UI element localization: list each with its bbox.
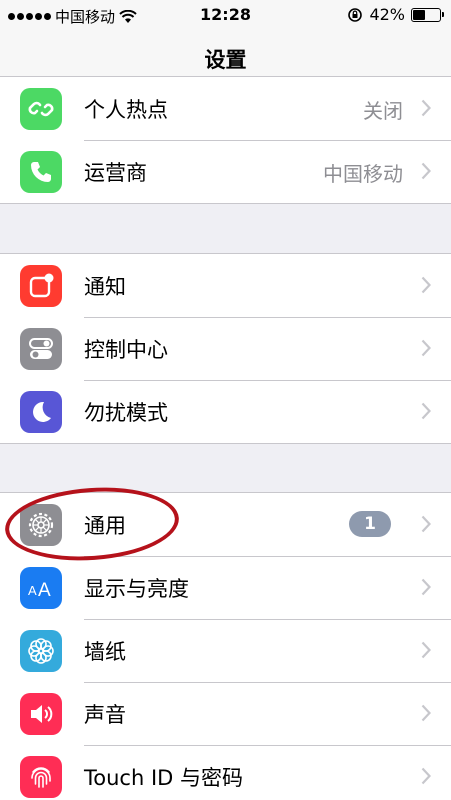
row-label: 显示与亮度 — [84, 577, 189, 601]
chevron-right-icon — [421, 162, 431, 180]
chevron-right-icon — [421, 99, 431, 117]
row-display-brightness[interactable]: AA 显示与亮度 — [0, 556, 451, 619]
row-value: 中国移动 — [323, 162, 403, 186]
chevron-right-icon — [421, 767, 431, 785]
update-badge: 1 — [349, 511, 391, 537]
row-label: 通用 — [84, 514, 126, 538]
chevron-right-icon — [421, 641, 431, 659]
chevron-right-icon — [421, 339, 431, 357]
row-label: 声音 — [84, 703, 126, 727]
svg-text:A: A — [38, 580, 51, 600]
row-wallpaper[interactable]: 墙纸 — [0, 619, 451, 682]
svg-text:A: A — [28, 583, 37, 598]
row-sounds[interactable]: 声音 — [0, 682, 451, 745]
gear-icon — [20, 504, 62, 546]
battery-icon — [411, 7, 444, 22]
row-touch-id-passcode[interactable]: Touch ID 与密码 — [0, 745, 451, 800]
row-label: Touch ID 与密码 — [84, 766, 243, 790]
chevron-right-icon — [421, 515, 431, 533]
sound-icon — [20, 693, 62, 735]
battery-percent: 42% — [369, 5, 405, 24]
chevron-right-icon — [421, 704, 431, 722]
row-general[interactable]: 通用 1 — [0, 493, 451, 556]
row-label: 个人热点 — [84, 98, 168, 122]
row-notifications[interactable]: 通知 — [0, 254, 451, 317]
settings-group-network: 个人热点 关闭 运营商 中国移动 — [0, 76, 451, 204]
status-bar: 中国移动 12:28 42% — [0, 0, 451, 30]
chevron-right-icon — [421, 578, 431, 596]
row-carrier[interactable]: 运营商 中国移动 — [0, 140, 451, 203]
row-label: 通知 — [84, 275, 126, 299]
wallpaper-icon — [20, 630, 62, 672]
chevron-right-icon — [421, 402, 431, 420]
settings-group-alerts: 通知 控制中心 勿扰模式 — [0, 253, 451, 444]
row-personal-hotspot[interactable]: 个人热点 关闭 — [0, 77, 451, 140]
hotspot-icon — [20, 88, 62, 130]
control-center-icon — [20, 328, 62, 370]
row-label: 控制中心 — [84, 338, 168, 362]
fingerprint-icon — [20, 756, 62, 798]
moon-icon — [20, 391, 62, 433]
row-control-center[interactable]: 控制中心 — [0, 317, 451, 380]
chevron-right-icon — [421, 276, 431, 294]
rotation-lock-icon — [348, 7, 363, 22]
row-label: 运营商 — [84, 161, 147, 185]
row-label: 墙纸 — [84, 640, 126, 664]
page-title: 设置 — [204, 48, 247, 72]
row-value: 关闭 — [363, 99, 403, 123]
display-brightness-icon: AA — [20, 567, 62, 609]
phone-icon — [20, 151, 62, 193]
row-do-not-disturb[interactable]: 勿扰模式 — [0, 380, 451, 443]
row-label: 勿扰模式 — [84, 401, 168, 425]
notifications-icon — [20, 265, 62, 307]
settings-group-general: 通用 1 AA 显示与亮度 墙纸 声音 Touch ID 与密码 — [0, 492, 451, 800]
